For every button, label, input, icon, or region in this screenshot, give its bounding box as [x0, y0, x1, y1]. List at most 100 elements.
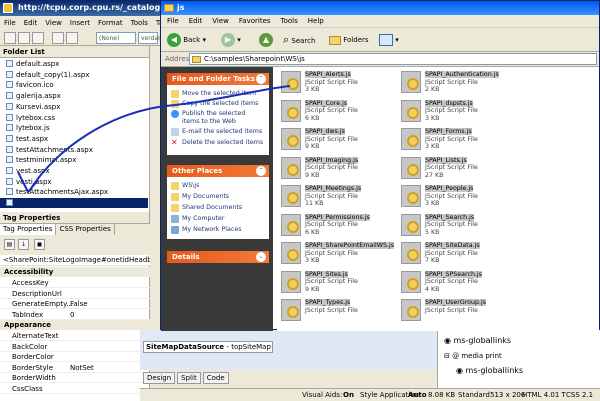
folder-list-item[interactable]: lytebox.css	[0, 113, 148, 123]
css-media-print[interactable]: ⊟ @ media print	[444, 352, 502, 360]
tab-css-properties[interactable]: CSS Properties	[56, 224, 115, 235]
task-copy[interactable]: Copy the selected items	[171, 100, 267, 108]
property-row[interactable]: DescriptionUrl	[0, 289, 150, 299]
menu-file[interactable]: File	[4, 16, 16, 30]
explorer-menu-edit[interactable]: Edit	[189, 15, 203, 27]
css-rule-globallinks[interactable]: ◉ ms-globallinks	[444, 336, 511, 345]
menu-tools[interactable]: Tools	[131, 16, 148, 30]
place-my-documents[interactable]: My Documents	[171, 193, 267, 201]
file-item[interactable]: SPAPI_Authentication.js JScript Script Fi…	[401, 69, 541, 99]
menu-insert[interactable]: Insert	[70, 16, 90, 30]
up-folder-button[interactable]: ▲	[259, 32, 273, 48]
property-value[interactable]: 0	[70, 310, 74, 320]
place-ws-js[interactable]: WS\js	[171, 182, 267, 190]
folder-list-item[interactable]: galerija.aspx	[0, 91, 148, 101]
folder-list-item[interactable]: default.aspx	[0, 59, 148, 69]
back-button[interactable]: ◀ Back ▾	[167, 32, 206, 48]
property-row[interactable]: GenerateEmpty... False	[0, 299, 150, 309]
folder-list-item[interactable]: testAttachments.aspx	[0, 145, 148, 155]
file-item[interactable]: SPAPI_People.js JScript Script File 3 KB	[401, 183, 541, 213]
file-item[interactable]: SPAPI_Lists.js JScript Script File 27 KB	[401, 155, 541, 185]
task-publish[interactable]: Publish the selected items to the Web	[171, 110, 261, 126]
folder-list-item[interactable]: default_copy(1).aspx	[0, 70, 148, 80]
tasks-header[interactable]: File and Folder Tasks ⌃	[167, 73, 269, 85]
property-row[interactable]: AccessKey	[0, 278, 150, 288]
open-icon[interactable]	[18, 32, 30, 44]
status-style-app[interactable]: Auto	[408, 389, 427, 401]
folder-list-item[interactable]: testminimal.aspx	[0, 155, 148, 165]
undo-icon[interactable]	[52, 32, 64, 44]
file-item[interactable]: SPAPI_Core.js JScript Script File 6 KB	[281, 98, 421, 128]
css-rule-globallinks-print[interactable]: ◉ ms-globallinks	[456, 366, 523, 375]
details-header[interactable]: Details ⌄	[167, 251, 269, 263]
file-item[interactable]: SPAPI_Sites.js JScript Script File 9 KB	[281, 269, 421, 299]
task-move[interactable]: Move the selected item	[171, 90, 267, 98]
explorer-menu-view[interactable]: View	[212, 15, 229, 27]
save-icon[interactable]	[32, 32, 44, 44]
explorer-menu-favorites[interactable]: Favorites	[239, 15, 271, 27]
new-icon[interactable]	[4, 32, 16, 44]
property-row[interactable]: TabIndex 0	[0, 310, 150, 320]
tab-code[interactable]: Code	[202, 372, 229, 384]
folder-list-item[interactable]: Kursevi.aspx	[0, 102, 148, 112]
forward-button[interactable]: ▶ ▾	[221, 32, 241, 48]
folder-list-item[interactable]: test.aspx	[0, 134, 148, 144]
menu-format[interactable]: Format	[98, 16, 123, 30]
explorer-menu-help[interactable]: Help	[308, 15, 324, 27]
folder-list-item[interactable]: vesti.aspx	[0, 177, 148, 187]
font-select[interactable]: verdan	[138, 32, 162, 44]
file-item[interactable]: SPAPI_dws.js JScript Script File 9 KB	[281, 126, 421, 156]
property-row[interactable]: AlternateText	[0, 331, 150, 341]
tab-split[interactable]: Split	[177, 372, 201, 384]
file-item[interactable]: SPAPI_Permissions.js JScript Script File 6…	[281, 212, 421, 242]
folder-list-item[interactable]: vest.aspx	[0, 166, 148, 176]
explorer-menu-file[interactable]: File	[167, 15, 179, 27]
property-row[interactable]: BorderStyle NotSet	[0, 363, 150, 373]
explorer-menu-tools[interactable]: Tools	[281, 15, 298, 27]
tab-tag-properties[interactable]: Tag Properties	[0, 224, 57, 235]
sort-az-icon[interactable]: ↓	[18, 239, 29, 250]
task-delete[interactable]: ✕ Delete the selected items	[171, 139, 267, 147]
categorized-icon[interactable]: ▤	[4, 239, 15, 250]
address-input[interactable]: C:\samples\Sharepoint\WS\js	[189, 53, 597, 65]
folder-list-item[interactable]: lytebox.js	[0, 123, 148, 133]
views-button[interactable]: ▾	[379, 32, 399, 48]
folder-list-item[interactable]	[0, 198, 148, 209]
property-row[interactable]: CssClass	[0, 384, 150, 394]
file-item[interactable]: SPAPI_SiteData.js JScript Script File 7 KB	[401, 240, 541, 270]
place-shared-documents[interactable]: Shared Documents	[171, 204, 267, 212]
explorer-title-bar[interactable]: js	[161, 1, 599, 15]
folder-list-item[interactable]: testAttachmentsAjax.aspx	[0, 187, 148, 197]
file-item[interactable]: SPAPI_SPSearch.js JScript Script File 4 KB	[401, 269, 541, 299]
search-button[interactable]: ⌕ Search	[283, 32, 315, 48]
file-item[interactable]: SPAPI_Imaging.js JScript Script File 9 KB	[281, 155, 421, 185]
file-item[interactable]: SPAPI_Meetings.js JScript Script File 11 K…	[281, 183, 421, 213]
places-header[interactable]: Other Places ⌃	[167, 165, 269, 177]
file-item[interactable]: SPAPI_UserGroup.js JScript Script File	[401, 297, 541, 327]
property-value[interactable]: False	[70, 299, 88, 309]
property-row[interactable]: BorderWidth	[0, 373, 150, 383]
task-email[interactable]: E-mail the selected items	[171, 128, 267, 136]
property-category[interactable]: Accessibility	[0, 267, 150, 277]
property-value[interactable]: NotSet	[70, 363, 94, 373]
place-my-computer[interactable]: My Computer	[171, 215, 267, 223]
property-row[interactable]: BorderColor	[0, 352, 150, 362]
style-select[interactable]: (None)	[96, 32, 136, 44]
place-network[interactable]: My Network Places	[171, 226, 267, 234]
menu-view[interactable]: View	[45, 16, 62, 30]
folders-button[interactable]: Folders	[329, 32, 369, 48]
folder-list-item[interactable]: favicon.ico	[0, 80, 148, 90]
show-set-icon[interactable]: ◼	[34, 239, 45, 250]
redo-icon[interactable]	[66, 32, 78, 44]
file-item[interactable]: SPAPI_Alerts.js JScript Script File 3 KB	[281, 69, 421, 99]
file-item[interactable]: SPAPI_Search.js JScript Script File 5 KB	[401, 212, 541, 242]
property-category[interactable]: Appearance	[0, 320, 150, 330]
file-item[interactable]: SPAPI_Types.js JScript Script File	[281, 297, 421, 327]
file-item[interactable]: SPAPI_dspsts.js JScript Script File 3 KB	[401, 98, 541, 128]
file-item[interactable]: SPAPI_SharePointEmailWS.js JScript Script…	[281, 240, 421, 270]
menu-edit[interactable]: Edit	[24, 16, 38, 30]
file-item[interactable]: SPAPI_Forms.js JScript Script File 3 KB	[401, 126, 541, 156]
property-row[interactable]: BackColor	[0, 342, 150, 352]
tab-design[interactable]: Design	[143, 372, 176, 384]
status-visual-aids[interactable]: On	[343, 389, 354, 401]
